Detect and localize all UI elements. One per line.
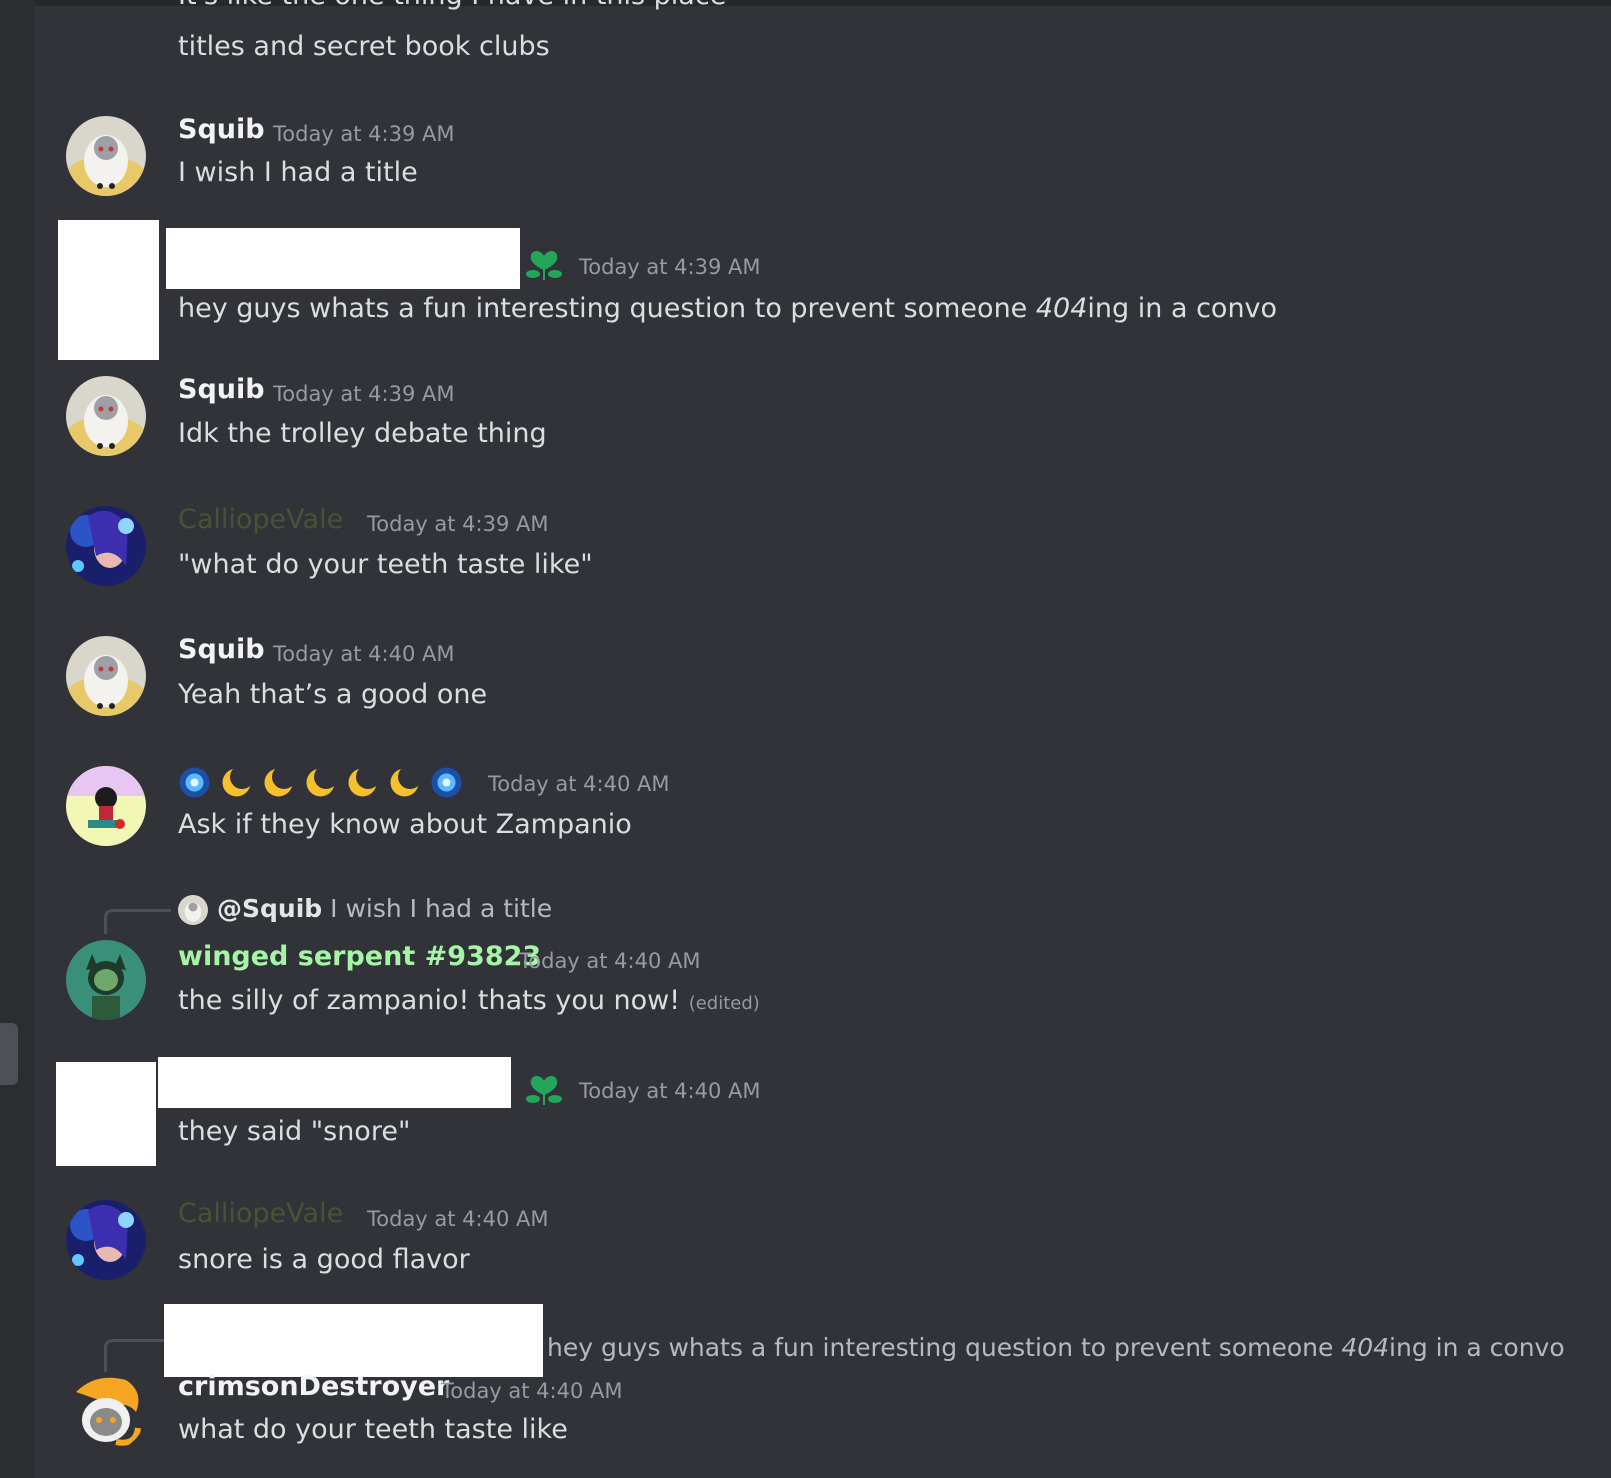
reply-author[interactable]: @Squib	[217, 894, 322, 923]
crescent-moon-icon	[222, 766, 253, 797]
message-timestamp[interactable]: Today at 4:39 AM	[273, 382, 455, 406]
reply-connector	[104, 1339, 171, 1374]
message-content: what do your teeth taste like	[178, 1414, 568, 1445]
avatar-calliopevale[interactable]	[66, 1200, 146, 1280]
message-author[interactable]: Squib	[178, 114, 265, 145]
message-author[interactable]: crimsonDestroyer	[178, 1371, 449, 1402]
role-icon	[525, 246, 563, 286]
message-timestamp[interactable]: Today at 4:40 AM	[273, 642, 455, 666]
message-timestamp[interactable]: Today at 4:39 AM	[367, 512, 549, 536]
message-timestamp[interactable]: Today at 4:40 AM	[488, 772, 670, 796]
reply-avatar-squib[interactable]	[178, 895, 208, 925]
message-author[interactable]: CalliopeVale	[178, 504, 343, 535]
message-partial-text: It's like the one thing I have in this p…	[178, 0, 726, 11]
crescent-moon-icon	[390, 766, 421, 797]
reply-preview[interactable]: @Squib I wish I had a title	[217, 894, 552, 923]
reply-connector	[104, 909, 171, 934]
message-author[interactable]: winged serpent #93823	[178, 941, 541, 972]
avatar-winged-serpent[interactable]	[66, 940, 146, 1020]
redacted-username	[158, 1057, 511, 1108]
avatar-squib[interactable]	[66, 376, 146, 456]
message-author[interactable]: Squib	[178, 634, 265, 665]
redacted-avatar	[56, 1062, 156, 1166]
message-content: Ask if they know about Zampanio	[178, 809, 632, 840]
message-content: "what do your teeth taste like"	[178, 549, 593, 580]
message-timestamp[interactable]: Today at 4:40 AM	[579, 1079, 761, 1103]
author-emoji-name[interactable]	[178, 766, 472, 799]
message-content: hey guys whats a fun interesting questio…	[178, 293, 1278, 324]
message-content: titles and secret book clubs	[178, 31, 550, 62]
message-content: they said "snore"	[178, 1116, 411, 1147]
reply-preview[interactable]: hey guys whats a fun interesting questio…	[547, 1333, 1565, 1362]
role-icon	[525, 1071, 563, 1111]
crescent-moon-icon	[306, 766, 337, 797]
redacted-username	[166, 228, 520, 289]
message-timestamp[interactable]: Today at 4:40 AM	[519, 949, 701, 973]
message-content: the silly of zampanio! thats you now! (e…	[178, 985, 760, 1016]
message-timestamp[interactable]: Today at 4:40 AM	[441, 1379, 623, 1403]
avatar-squib[interactable]	[66, 116, 146, 196]
avatar-squib[interactable]	[66, 636, 146, 716]
message-content: Idk the trolley debate thing	[178, 418, 547, 449]
message-content: Yeah that’s a good one	[178, 679, 488, 710]
crescent-moon-icon	[348, 766, 379, 797]
blue-swirl-icon	[179, 767, 210, 798]
message-author[interactable]: CalliopeVale	[178, 1198, 343, 1229]
blue-swirl-icon	[431, 767, 462, 798]
message-content: snore is a good flavor	[178, 1244, 470, 1275]
edited-label: (edited)	[688, 993, 760, 1014]
message-timestamp[interactable]: Today at 4:40 AM	[367, 1207, 549, 1231]
avatar-emoji-user[interactable]	[66, 766, 146, 846]
message-author[interactable]: Squib	[178, 374, 265, 405]
avatar-calliopevale[interactable]	[66, 506, 146, 586]
message-timestamp[interactable]: Today at 4:39 AM	[273, 122, 455, 146]
message-content: I wish I had a title	[178, 157, 418, 188]
redacted-avatar	[58, 220, 159, 360]
redacted-reply-author	[164, 1304, 543, 1377]
sidebar-scroll-indicator[interactable]	[0, 1023, 18, 1085]
server-sidebar-edge	[0, 0, 34, 1478]
message-timestamp[interactable]: Today at 4:39 AM	[579, 255, 761, 279]
crescent-moon-icon	[264, 766, 295, 797]
avatar-crimsondestroyer[interactable]	[66, 1372, 146, 1452]
